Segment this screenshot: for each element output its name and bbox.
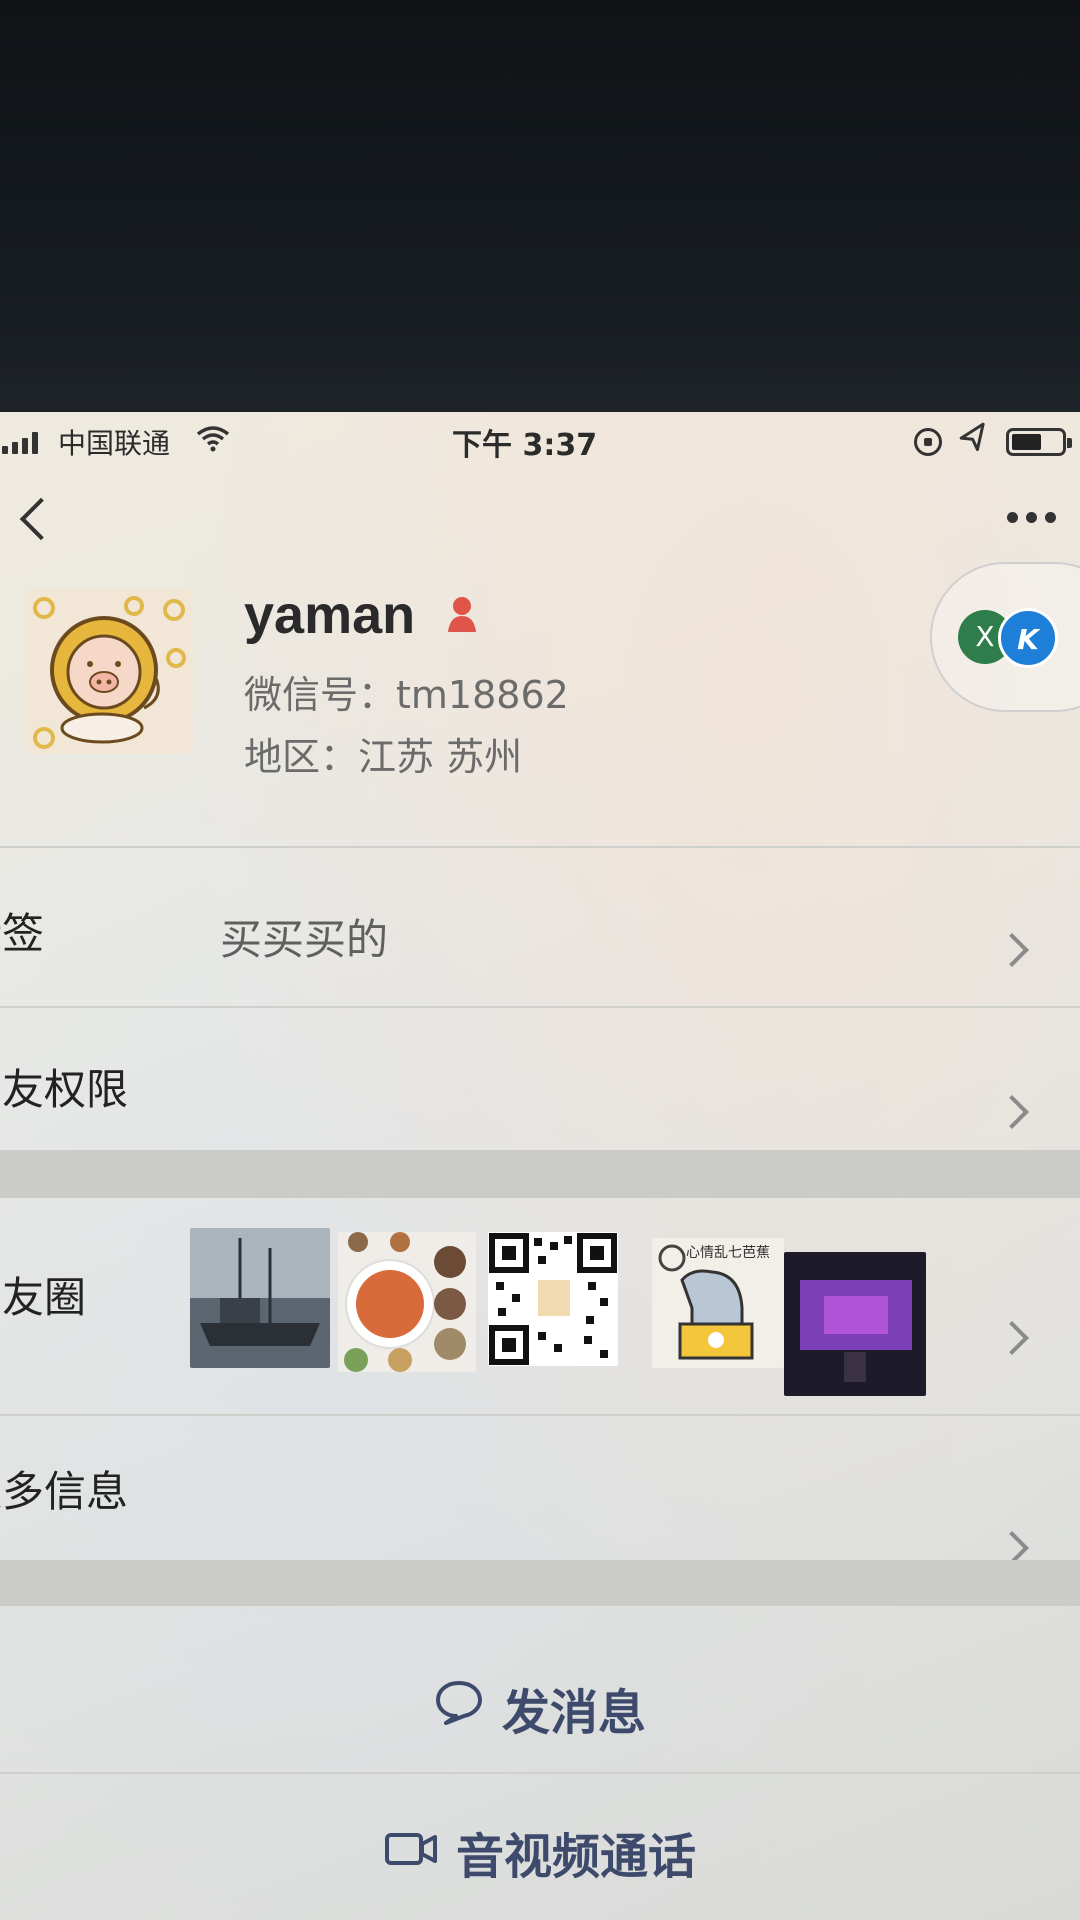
section-gap [0, 1560, 1080, 1606]
video-call-button[interactable]: 音视频通话 [0, 1812, 1080, 1892]
divider [0, 846, 1080, 848]
moments-photo-qr-code [488, 1232, 618, 1366]
carrier-name: 中国联通 [58, 427, 171, 460]
tag-label: 标签 [0, 909, 45, 958]
status-bar: 中国联通 下午 3:37 [0, 412, 1080, 472]
chevron-right-icon [995, 1095, 1029, 1129]
send-message-label: 发消息 [501, 1685, 646, 1741]
moments-photo-harbor [190, 1228, 330, 1368]
moments-photo-sticker: 心情乱七芭蕉 [652, 1238, 784, 1368]
divider [0, 1772, 1080, 1774]
chat-bubble-icon [434, 1679, 484, 1737]
video-camera-icon [384, 1824, 438, 1880]
status-icons [914, 422, 1072, 461]
rotation-lock-icon [914, 427, 942, 456]
chevron-right-icon [995, 933, 1029, 967]
sticker-caption: 心情乱七芭蕉 [686, 1245, 770, 1261]
wifi-icon [196, 424, 230, 459]
tag-value: 买买买的 [220, 915, 389, 964]
video-call-label: 音视频通话 [455, 1829, 696, 1885]
avatar[interactable] [24, 588, 194, 754]
wechat-id: 微信号：tm18862 [244, 673, 569, 717]
chevron-right-icon [995, 1321, 1029, 1355]
signal-icon [2, 432, 38, 454]
phone-screen: 中国联通 下午 3:37 yaman 微信号：tm18862 地区：江苏 苏州 … [0, 412, 1080, 1920]
clock: 下午 3:37 [452, 428, 598, 463]
region: 地区：江苏 苏州 [244, 735, 523, 779]
back-button[interactable] [14, 492, 54, 552]
divider [0, 1414, 1080, 1416]
battery-icon [1006, 427, 1072, 456]
status-pill[interactable]: X K [930, 562, 1080, 712]
status-badge-k: K [998, 608, 1058, 668]
more-options-icon[interactable] [1007, 512, 1056, 523]
send-message-button[interactable]: 发消息 [0, 1668, 1080, 1748]
more-info-label: 更多信息 [0, 1467, 129, 1516]
female-icon [440, 592, 484, 640]
moments-photo-food [338, 1232, 476, 1372]
profile-name: yaman [244, 585, 416, 645]
divider [0, 1006, 1080, 1008]
section-gap [0, 1150, 1080, 1198]
location-icon [957, 422, 991, 461]
moments-label: 朋友圈 [0, 1273, 87, 1322]
moments-photo-concert [784, 1252, 926, 1396]
device-bezel [0, 0, 1080, 412]
friend-permissions-label: 朋友权限 [0, 1065, 129, 1114]
